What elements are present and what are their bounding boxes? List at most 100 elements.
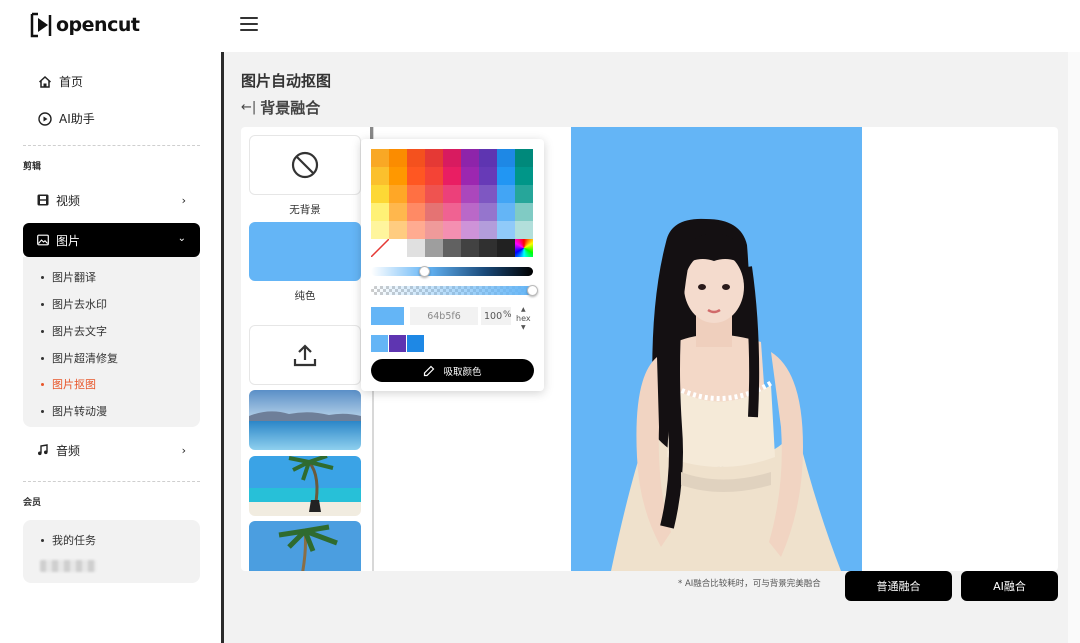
sidebar-item-audio[interactable]: 音频 › bbox=[23, 433, 200, 467]
submenu-item-image-superres[interactable]: 图片超清修复 bbox=[41, 350, 118, 366]
hamburger-menu-icon[interactable] bbox=[240, 17, 258, 33]
color-swatch[interactable] bbox=[443, 167, 461, 185]
hue-slider-handle[interactable] bbox=[419, 266, 431, 277]
color-swatch[interactable] bbox=[497, 167, 515, 185]
recent-color-swatch[interactable] bbox=[407, 335, 424, 352]
color-swatch[interactable] bbox=[407, 149, 425, 167]
column-resize-handle[interactable] bbox=[370, 127, 373, 139]
logo[interactable]: opencut bbox=[30, 12, 140, 38]
sidebar-item-label: AI助手 bbox=[59, 112, 95, 126]
color-swatch[interactable] bbox=[497, 203, 515, 221]
color-swatch[interactable] bbox=[479, 167, 497, 185]
sidebar-item-ai-assistant[interactable]: AI助手 bbox=[38, 110, 95, 127]
upload-background-button[interactable] bbox=[249, 325, 361, 385]
color-swatch[interactable] bbox=[443, 203, 461, 221]
color-swatch[interactable] bbox=[461, 185, 479, 203]
caret-down-icon: ▼ bbox=[520, 324, 526, 331]
option-no-background[interactable] bbox=[249, 135, 361, 195]
eyedropper-label: 吸取颜色 bbox=[443, 366, 482, 378]
page-title: 图片自动抠图 bbox=[241, 72, 332, 90]
recent-color-swatch[interactable] bbox=[371, 335, 388, 352]
background-thumb-beach-palm[interactable] bbox=[249, 456, 361, 516]
alpha-slider[interactable] bbox=[371, 285, 538, 296]
option-solid-color[interactable] bbox=[249, 222, 361, 281]
color-swatch[interactable] bbox=[371, 149, 389, 167]
custom-color-swatch[interactable] bbox=[515, 239, 533, 257]
color-swatch[interactable] bbox=[389, 167, 407, 185]
ai-blend-button[interactable]: AI融合 bbox=[961, 571, 1058, 601]
submenu-item-image-translate[interactable]: 图片翻译 bbox=[41, 269, 96, 285]
color-swatch[interactable] bbox=[425, 167, 443, 185]
gray-swatch[interactable] bbox=[443, 239, 461, 257]
transparent-swatch[interactable] bbox=[371, 239, 389, 257]
color-swatch[interactable] bbox=[407, 185, 425, 203]
color-swatch[interactable] bbox=[425, 221, 443, 239]
color-swatch[interactable] bbox=[389, 149, 407, 167]
color-swatch[interactable] bbox=[515, 149, 533, 167]
color-swatch[interactable] bbox=[389, 221, 407, 239]
color-swatch[interactable] bbox=[371, 167, 389, 185]
color-swatch[interactable] bbox=[497, 221, 515, 239]
back-button[interactable]: ←| 背景融合 bbox=[241, 97, 320, 118]
alpha-slider-handle[interactable] bbox=[527, 285, 538, 296]
color-swatch[interactable] bbox=[443, 185, 461, 203]
eyedropper-button[interactable]: 吸取颜色 bbox=[371, 359, 534, 382]
sidebar-item-video[interactable]: 视频 › bbox=[23, 183, 200, 217]
gray-swatch[interactable] bbox=[461, 239, 479, 257]
color-swatch[interactable] bbox=[479, 185, 497, 203]
color-swatch[interactable] bbox=[443, 221, 461, 239]
normal-blend-button[interactable]: 普通融合 bbox=[845, 571, 952, 601]
color-swatch[interactable] bbox=[515, 203, 533, 221]
color-swatch[interactable] bbox=[461, 203, 479, 221]
gray-swatch[interactable] bbox=[389, 239, 407, 257]
color-swatch[interactable] bbox=[443, 149, 461, 167]
preview-canvas bbox=[571, 127, 862, 571]
color-swatch[interactable] bbox=[407, 167, 425, 185]
gray-swatch[interactable] bbox=[425, 239, 443, 257]
member-box: 我的任务 bbox=[23, 520, 200, 583]
gray-swatch[interactable] bbox=[497, 239, 515, 257]
submenu-item-image-cutout[interactable]: 图片抠图 bbox=[41, 376, 96, 392]
color-swatch[interactable] bbox=[515, 167, 533, 185]
color-swatch[interactable] bbox=[461, 167, 479, 185]
submenu-item-image-anime[interactable]: 图片转动漫 bbox=[41, 403, 107, 419]
submenu-item-image-remove-text[interactable]: 图片去文字 bbox=[41, 323, 107, 339]
submenu-item-label: 图片抠图 bbox=[52, 378, 96, 391]
color-swatch[interactable] bbox=[371, 185, 389, 203]
hue-slider[interactable] bbox=[371, 266, 533, 277]
color-swatch[interactable] bbox=[407, 203, 425, 221]
color-swatch[interactable] bbox=[425, 149, 443, 167]
background-thumb-sea[interactable] bbox=[249, 390, 361, 450]
sidebar-item-image[interactable]: 图片 ⌄ bbox=[23, 223, 200, 257]
color-swatch[interactable] bbox=[425, 203, 443, 221]
play-circle-icon bbox=[38, 111, 52, 126]
current-color-preview bbox=[371, 307, 404, 325]
color-swatch[interactable] bbox=[479, 203, 497, 221]
gray-swatch[interactable] bbox=[407, 239, 425, 257]
submenu-item-image-watermark[interactable]: 图片去水印 bbox=[41, 296, 107, 312]
color-swatch[interactable] bbox=[407, 221, 425, 239]
color-swatch[interactable] bbox=[515, 221, 533, 239]
film-icon bbox=[37, 194, 49, 206]
gray-swatch[interactable] bbox=[479, 239, 497, 257]
color-swatch[interactable] bbox=[479, 221, 497, 239]
color-swatch[interactable] bbox=[497, 185, 515, 203]
color-swatch[interactable] bbox=[497, 149, 515, 167]
background-thumb-palm-sky[interactable] bbox=[249, 521, 361, 571]
music-note-icon bbox=[37, 444, 49, 456]
color-swatch[interactable] bbox=[479, 149, 497, 167]
color-swatch[interactable] bbox=[371, 203, 389, 221]
color-swatch[interactable] bbox=[461, 221, 479, 239]
color-swatch[interactable] bbox=[425, 185, 443, 203]
sidebar-item-home[interactable]: 首页 bbox=[38, 73, 83, 90]
color-swatch[interactable] bbox=[389, 185, 407, 203]
color-format-toggle[interactable]: ▲ hex ▼ bbox=[516, 305, 531, 332]
recent-color-swatch[interactable] bbox=[389, 335, 406, 352]
submenu-item-label: 我的任务 bbox=[52, 534, 96, 547]
sidebar-item-my-tasks[interactable]: 我的任务 bbox=[41, 532, 96, 548]
color-swatch[interactable] bbox=[461, 149, 479, 167]
hex-input[interactable] bbox=[410, 307, 478, 325]
color-swatch[interactable] bbox=[515, 185, 533, 203]
color-swatch[interactable] bbox=[389, 203, 407, 221]
color-swatch[interactable] bbox=[371, 221, 389, 239]
